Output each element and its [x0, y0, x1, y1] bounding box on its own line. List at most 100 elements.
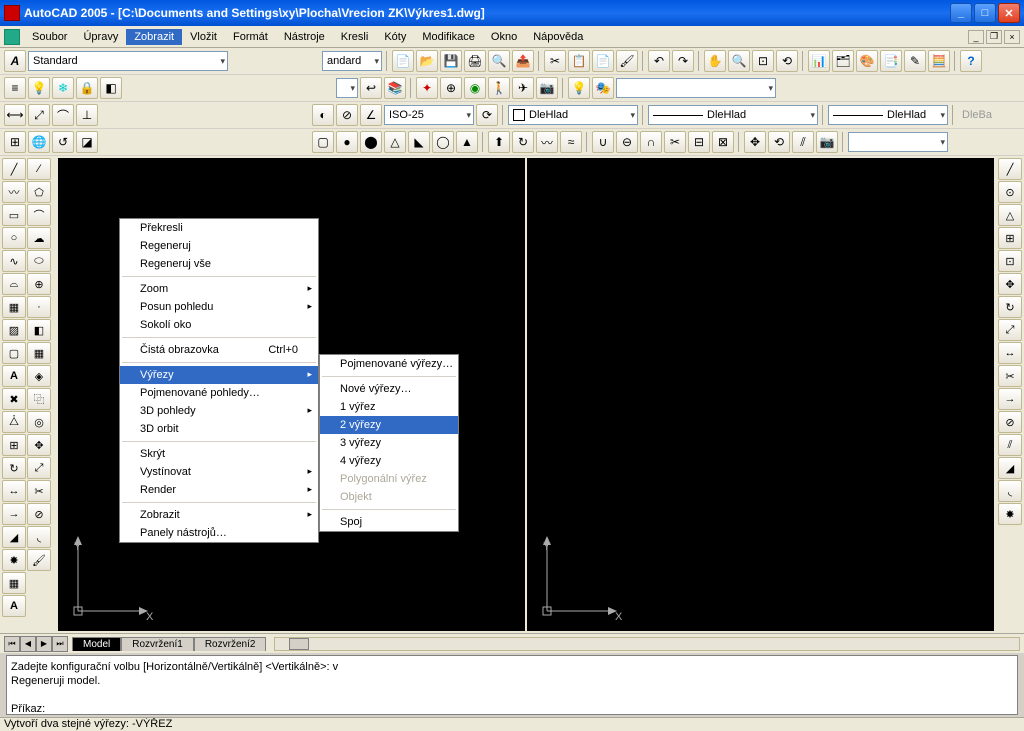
- paste-icon[interactable]: 📄: [592, 50, 614, 72]
- extrude-icon[interactable]: ⬆: [488, 131, 510, 153]
- text-style-combo[interactable]: Standard: [28, 51, 228, 71]
- array-icon[interactable]: ⊞: [2, 434, 26, 456]
- break-icon[interactable]: ⊘: [27, 503, 51, 525]
- menu-item[interactable]: Pojmenované pohledy…: [120, 384, 318, 402]
- loft-icon[interactable]: ≈: [560, 131, 582, 153]
- menu-item[interactable]: Vystínovat: [120, 463, 318, 481]
- menu-item[interactable]: Zoom: [120, 280, 318, 298]
- dim-arc-icon[interactable]: ⌒: [52, 104, 74, 126]
- menu-item[interactable]: Regeneruj: [120, 237, 318, 255]
- trim-icon[interactable]: ✂: [27, 480, 51, 502]
- dim-style-combo[interactable]: ISO-25: [384, 105, 474, 125]
- arc-icon[interactable]: ⌒: [27, 204, 51, 226]
- lineweight-combo[interactable]: DleHlad: [828, 105, 948, 125]
- render-cam-icon[interactable]: 📷: [816, 131, 838, 153]
- layer-filter-combo[interactable]: [336, 78, 358, 98]
- xline-icon[interactable]: ∕: [27, 158, 51, 180]
- mod-7-icon[interactable]: ↻: [998, 296, 1022, 318]
- mod-15-icon[interactable]: ◟: [998, 480, 1022, 502]
- mod-2-icon[interactable]: ⊙: [998, 181, 1022, 203]
- menu-napoveda[interactable]: Nápověda: [525, 29, 591, 45]
- zoom-win-icon[interactable]: ⊡: [752, 50, 774, 72]
- dim-aligned-icon[interactable]: ⤢: [28, 104, 50, 126]
- dim-style-combo-2[interactable]: andard: [322, 51, 382, 71]
- extend-icon[interactable]: →: [2, 503, 26, 525]
- tab-prev[interactable]: ◀: [20, 636, 36, 652]
- menu-okno[interactable]: Okno: [483, 29, 525, 45]
- help-icon[interactable]: ?: [960, 50, 982, 72]
- menu-item[interactable]: Regeneruj vše: [120, 255, 318, 273]
- gradient-icon[interactable]: ◧: [27, 319, 51, 341]
- cylinder-icon[interactable]: ⬤: [360, 131, 382, 153]
- redo-icon[interactable]: ↷: [672, 50, 694, 72]
- layer-state-icon[interactable]: 📚: [384, 77, 406, 99]
- 3d-nav-combo[interactable]: [848, 132, 948, 152]
- maximize-button[interactable]: □: [974, 3, 996, 23]
- scale-icon[interactable]: ⤢: [27, 457, 51, 479]
- plot-icon[interactable]: 🖨: [464, 50, 486, 72]
- mod-13-icon[interactable]: ⫽: [998, 434, 1022, 456]
- menu-item[interactable]: 3D orbit: [120, 420, 318, 438]
- layer-lock-icon[interactable]: 🔒: [76, 77, 98, 99]
- tab-rozvrzeni2[interactable]: Rozvržení2: [194, 637, 267, 651]
- offset-icon[interactable]: ◎: [27, 411, 51, 433]
- subtract-icon[interactable]: ⊖: [616, 131, 638, 153]
- mirror-icon[interactable]: ⧊: [2, 411, 26, 433]
- 3d-rotate-icon[interactable]: ⟲: [768, 131, 790, 153]
- layer-freeze-icon[interactable]: ❄: [52, 77, 74, 99]
- surface-icon[interactable]: ◈: [27, 365, 51, 387]
- menu-item[interactable]: Spoj: [320, 513, 458, 531]
- menu-koty[interactable]: Kóty: [376, 29, 414, 45]
- torus-icon[interactable]: ◯: [432, 131, 454, 153]
- insert-icon[interactable]: ⊕: [27, 273, 51, 295]
- mtext-icon[interactable]: A: [2, 365, 26, 387]
- 3d-align-icon[interactable]: ⫽: [792, 131, 814, 153]
- mod-5-icon[interactable]: ⊡: [998, 250, 1022, 272]
- sheet-set-icon[interactable]: 📑: [880, 50, 902, 72]
- light-icon[interactable]: 💡: [568, 77, 590, 99]
- mod-11-icon[interactable]: →: [998, 388, 1022, 410]
- layer-prev-icon[interactable]: ↩: [360, 77, 382, 99]
- dim-angular-icon[interactable]: ∠: [360, 104, 382, 126]
- rotate-icon[interactable]: ↻: [2, 457, 26, 479]
- mdi-close[interactable]: ×: [1004, 30, 1020, 44]
- menu-item[interactable]: 4 výřezy: [320, 452, 458, 470]
- menu-item[interactable]: Sokolí oko: [120, 316, 318, 334]
- menu-modifikace[interactable]: Modifikace: [414, 29, 483, 45]
- sphere-icon[interactable]: ●: [336, 131, 358, 153]
- painter-icon[interactable]: 🖌: [27, 549, 51, 571]
- text-a-icon[interactable]: A: [2, 595, 26, 617]
- tab-model[interactable]: Model: [72, 637, 121, 651]
- point-icon[interactable]: ·: [27, 296, 51, 318]
- menu-item[interactable]: Skrýt: [120, 445, 318, 463]
- block-icon[interactable]: ▦: [2, 296, 26, 318]
- explode-icon[interactable]: ✸: [2, 549, 26, 571]
- materials-icon[interactable]: 🎭: [592, 77, 614, 99]
- dim-diameter-icon[interactable]: ⊘: [336, 104, 358, 126]
- rectangle-icon[interactable]: ▭: [2, 204, 26, 226]
- menu-zobrazit[interactable]: Zobrazit: [126, 29, 182, 45]
- polyline-icon[interactable]: 〰: [2, 181, 26, 203]
- mdi-minimize[interactable]: _: [968, 30, 984, 44]
- circle-icon[interactable]: ○: [2, 227, 26, 249]
- cone-icon[interactable]: △: [384, 131, 406, 153]
- menu-item[interactable]: 1 výřez: [320, 398, 458, 416]
- ellipse-arc-icon[interactable]: ⌓: [2, 273, 26, 295]
- tool-palettes-icon[interactable]: 🎨: [856, 50, 878, 72]
- layer-on-icon[interactable]: 💡: [28, 77, 50, 99]
- ucs-prev-icon[interactable]: ↺: [52, 131, 74, 153]
- menu-item[interactable]: 3D pohledy: [120, 402, 318, 420]
- mod-6-icon[interactable]: ✥: [998, 273, 1022, 295]
- ucs-face-icon[interactable]: ◪: [76, 131, 98, 153]
- menu-item[interactable]: Pojmenované výřezy…: [320, 355, 458, 373]
- layer-color-icon[interactable]: ◧: [100, 77, 122, 99]
- copy-icon[interactable]: 📋: [568, 50, 590, 72]
- line-icon[interactable]: ╱: [2, 158, 26, 180]
- ellipse-icon[interactable]: ⬭: [27, 250, 51, 272]
- mod-12-icon[interactable]: ⊘: [998, 411, 1022, 433]
- box-icon[interactable]: ▢: [312, 131, 334, 153]
- walk-icon[interactable]: 🚶: [488, 77, 510, 99]
- dim-update-icon[interactable]: ⟳: [476, 104, 498, 126]
- menu-soubor[interactable]: Soubor: [24, 29, 75, 45]
- open-icon[interactable]: 📂: [416, 50, 438, 72]
